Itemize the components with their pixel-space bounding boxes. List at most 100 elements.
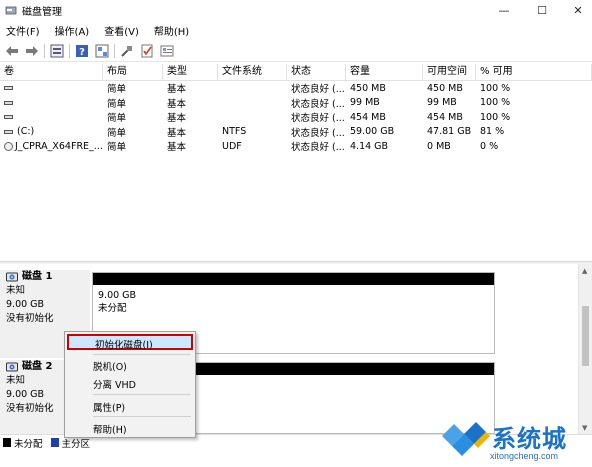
menu-separator [93,416,191,417]
status-cell: 状态良好 (... [291,113,345,125]
volume-cell: (C:) [0,126,103,137]
type-cell: 基本 [167,98,187,110]
free-space-cell: 47.81 GB [427,126,472,138]
menu-view[interactable]: 查看(V) [104,23,139,38]
free-space-cell: 0 MB [427,140,451,152]
disk-1-name-row: 磁盘 1 [6,270,90,284]
percent-free-cell: 100 % [480,97,511,109]
column-header-percent-free[interactable]: % 可用 [476,64,592,81]
close-button[interactable]: ✕ [560,0,592,20]
partition-label: 未分配 [98,303,127,314]
type-cell: 基本 [167,142,187,154]
properties-icon[interactable] [94,43,110,59]
menu-bar: 文件(F) 操作(A) 查看(V) 帮助(H) [0,20,592,40]
capacity-cell: 59.00 GB [350,126,395,138]
toolbar-separator [44,43,45,58]
percent-free-cell: 0 % [480,140,499,152]
volume-cell [0,112,103,123]
scrollbar-thumb[interactable] [582,306,589,366]
context-item-offline[interactable]: 脱机(O) [93,359,127,373]
context-item-properties[interactable]: 属性(P) [93,400,125,414]
capacity-cell: 450 MB [350,82,386,94]
back-arrow-icon[interactable] [4,43,20,59]
type-cell: 基本 [167,113,187,125]
check-icon[interactable] [139,43,155,59]
disk-1-type: 未知 [6,285,26,296]
forward-arrow-icon[interactable] [24,43,40,59]
drive-icon [4,86,13,91]
table-row[interactable]: J_CPRA_X64FRE_... 简单 基本 UDF 状态良好 (... 4.… [0,139,592,154]
context-item-help[interactable]: 帮助(H) [93,422,127,436]
free-space-cell: 450 MB [427,82,463,94]
unallocated-bar [93,273,494,285]
legend-swatch-unallocated [3,438,11,447]
volume-list-icon[interactable] [49,43,65,59]
table-row[interactable]: (C:) 简单 基本 NTFS 状态良好 (... 59.00 GB 47.81… [0,125,592,140]
volume-name: (C:) [17,126,35,138]
toolbar: ? [0,40,592,62]
status-cell: 状态良好 (... [291,142,345,154]
context-menu: 初始化磁盘(I) 脱机(O) 分离 VHD 属性(P) 帮助(H) [64,331,196,438]
layout-cell: 简单 [107,127,127,139]
volume-name: J_CPRA_X64FRE_... [15,140,103,152]
title-bar: 磁盘管理 — ☐ ✕ [0,0,592,20]
menu-help[interactable]: 帮助(H) [154,23,189,38]
cd-drive-icon [4,141,13,151]
help-icon[interactable]: ? [74,43,90,59]
drive-icon [4,115,13,120]
menu-file[interactable]: 文件(F) [6,23,40,38]
column-header-volume[interactable]: 卷 [0,64,103,81]
toolbar-separator [114,43,115,58]
disk-2-name: 磁盘 2 [22,361,53,372]
drive-icon [4,129,13,134]
vertical-scrollbar[interactable]: ▲ ▼ [578,264,592,436]
type-cell: 基本 [167,84,187,96]
partition-info: 9.00 GB 未分配 [93,285,494,319]
free-space-cell: 99 MB [427,97,457,109]
filesystem-cell: UDF [222,140,242,152]
column-header-layout[interactable]: 布局 [103,64,163,81]
column-header-filesystem[interactable]: 文件系统 [218,64,287,81]
context-item-detach-vhd[interactable]: 分离 VHD [93,377,136,391]
legend-unallocated: 未分配 [14,438,43,450]
table-row[interactable]: 简单 基本 状态良好 (... 99 MB 99 MB 100 % [0,96,592,111]
percent-free-cell: 81 % [480,126,505,138]
column-header-type[interactable]: 类型 [163,64,218,81]
layout-cell: 简单 [107,84,127,96]
menu-action[interactable]: 操作(A) [55,23,90,38]
scroll-up-icon[interactable]: ▲ [582,267,587,275]
volume-table-body: 简单 基本 状态良好 (... 450 MB 450 MB 100 % 简单 基… [0,81,592,154]
type-cell: 基本 [167,127,187,139]
minimize-button[interactable]: — [486,0,522,20]
column-header-free-space[interactable]: 可用空间 [423,64,476,81]
connect-icon[interactable] [119,43,135,59]
disk-1-state: 没有初始化 [6,313,54,324]
volume-cell: J_CPRA_X64FRE_... [0,141,103,152]
table-row[interactable]: 简单 基本 状态良好 (... 454 MB 454 MB 100 % [0,110,592,125]
watermark-url: xitongcheng.com [490,451,559,461]
maximize-button[interactable]: ☐ [524,0,560,20]
column-header-status[interactable]: 状态 [287,64,346,81]
status-cell: 状态良好 (... [291,98,345,110]
settings-icon[interactable] [159,43,175,59]
capacity-cell: 99 MB [350,97,380,109]
percent-free-cell: 100 % [480,111,511,123]
disk-1-name: 磁盘 1 [22,271,53,282]
capacity-cell: 4.14 GB [350,140,389,152]
context-item-initialize-disk[interactable]: 初始化磁盘(I) [67,334,193,351]
toolbar-separator [69,43,70,58]
layout-cell: 简单 [107,113,127,125]
window-title: 磁盘管理 [22,7,62,18]
status-cell: 状态良好 (... [291,127,345,139]
volume-cell [0,97,103,108]
volume-table-header: 卷 布局 类型 文件系统 状态 容量 可用空间 % 可用 [0,64,592,81]
brand-logo-icon [442,422,490,456]
svg-text:?: ? [79,47,85,58]
percent-free-cell: 100 % [480,82,511,94]
column-header-capacity[interactable]: 容量 [346,64,423,81]
capacity-cell: 454 MB [350,111,386,123]
drive-icon [4,100,13,105]
table-row[interactable]: 简单 基本 状态良好 (... 450 MB 450 MB 100 % [0,81,592,96]
menu-separator [93,354,191,355]
legend-swatch-primary [50,438,59,447]
